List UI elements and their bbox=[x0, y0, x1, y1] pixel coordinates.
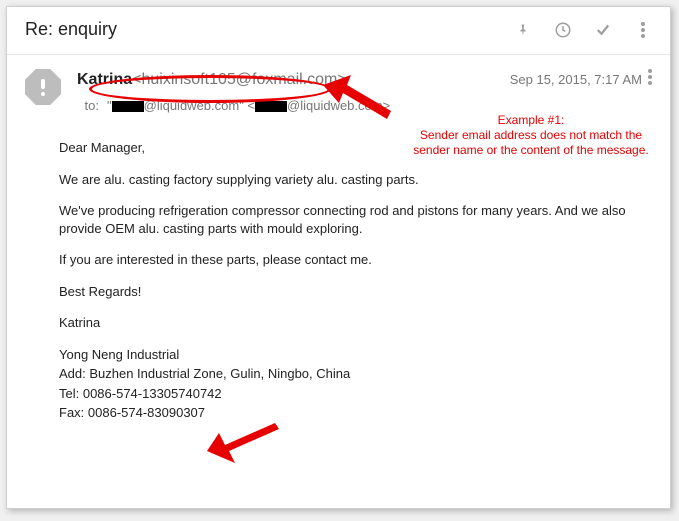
header-actions bbox=[514, 21, 652, 39]
company-name: Yong Neng Industrial bbox=[59, 346, 630, 364]
email-body-area: Katrina <huixinsoft105@foxmail.com> Sep … bbox=[7, 55, 670, 113]
redacted-block bbox=[255, 101, 287, 112]
check-icon[interactable] bbox=[594, 21, 612, 39]
greeting: Dear Manager, bbox=[59, 139, 630, 157]
avatar-column bbox=[25, 69, 77, 113]
email-timestamp: Sep 15, 2015, 7:17 AM bbox=[347, 72, 648, 87]
company-fax: Fax: 0086-574-83090307 bbox=[59, 404, 630, 422]
company-address: Add: Buzhen Industrial Zone, Gulin, Ning… bbox=[59, 365, 630, 383]
message-body: Dear Manager, We are alu. casting factor… bbox=[7, 139, 670, 422]
sender-email: <huixinsoft105@foxmail.com> bbox=[132, 71, 347, 89]
more-icon[interactable] bbox=[634, 21, 652, 39]
main-column: Katrina <huixinsoft105@foxmail.com> Sep … bbox=[77, 69, 652, 113]
to-address: "@liquidweb.com" <@liquidweb.com> bbox=[107, 98, 390, 113]
sender-row: Katrina <huixinsoft105@foxmail.com> Sep … bbox=[77, 69, 652, 90]
sender-name: Katrina bbox=[77, 71, 132, 89]
message-more-icon[interactable] bbox=[648, 69, 652, 90]
company-tel: Tel: 0086-574-13305740742 bbox=[59, 385, 630, 403]
annotation-arrow-2 bbox=[207, 423, 283, 467]
email-header: Re: enquiry bbox=[7, 7, 670, 55]
to-label: to: bbox=[77, 98, 99, 113]
clock-icon[interactable] bbox=[554, 21, 572, 39]
paragraph-3: If you are interested in these parts, pl… bbox=[59, 251, 630, 269]
email-subject: Re: enquiry bbox=[25, 19, 514, 40]
signoff: Best Regards! bbox=[59, 283, 630, 301]
signature-block: Yong Neng Industrial Add: Buzhen Industr… bbox=[59, 346, 630, 422]
pin-icon[interactable] bbox=[514, 21, 532, 39]
to-row: to: "@liquidweb.com" <@liquidweb.com> bbox=[77, 98, 652, 113]
paragraph-1: We are alu. casting factory supplying va… bbox=[59, 171, 630, 189]
sender-avatar-warning bbox=[25, 69, 61, 105]
redacted-block bbox=[112, 101, 144, 112]
signature-name: Katrina bbox=[59, 314, 630, 332]
paragraph-2: We've producing refrigeration compressor… bbox=[59, 202, 630, 237]
email-card: Re: enquiry Katrina <huixin bbox=[6, 6, 671, 509]
